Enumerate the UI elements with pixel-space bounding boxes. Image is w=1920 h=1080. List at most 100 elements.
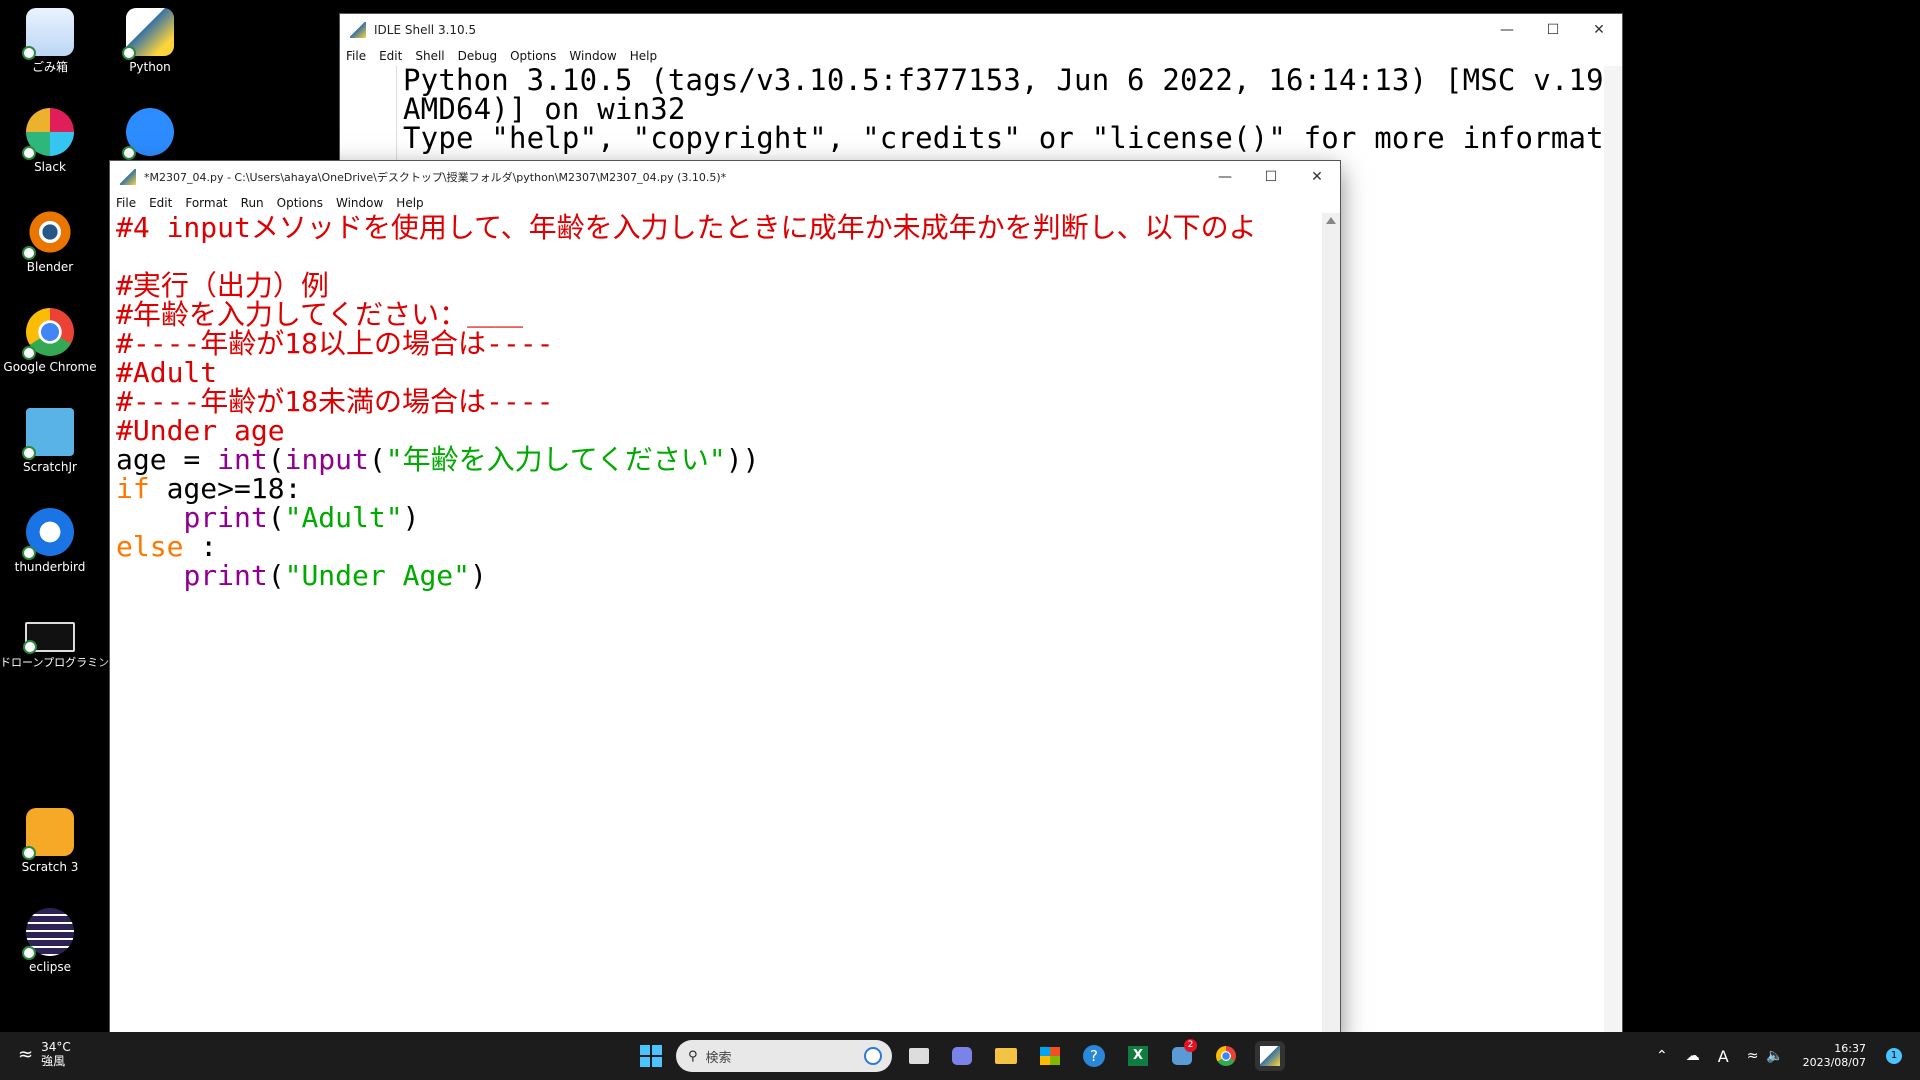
scroll-up-icon[interactable] [1326, 217, 1336, 224]
code-line: #Under age [116, 414, 285, 447]
weather-desc: 強風 [41, 1054, 66, 1068]
desktop-icon-slack[interactable]: Slack [0, 108, 100, 174]
desktop-icon-eclipse[interactable]: eclipse [0, 908, 100, 974]
excel-icon: X [1128, 1046, 1148, 1066]
taskbar: ≈ 34°C 強風 ⚲ 検索 ? X 2 ⌃ ☁ A ≈ 🔈 16:37 202… [0, 1032, 1920, 1080]
ime-indicator[interactable]: A [1718, 1047, 1729, 1066]
task-view-icon [909, 1048, 929, 1064]
menu-run[interactable]: Run [241, 196, 264, 210]
editor-scrollbar[interactable] [1322, 213, 1340, 1042]
desktop-icon-label: Blender [26, 260, 74, 274]
menu-file[interactable]: File [116, 196, 136, 210]
wifi-icon[interactable]: ≈ [1747, 1048, 1759, 1064]
code-token: ) [402, 501, 420, 534]
menu-options[interactable]: Options [510, 49, 556, 63]
blender-icon [22, 208, 74, 260]
desktop-icon-scratchjr[interactable]: ScratchJr [0, 408, 100, 474]
code-token: "年齢を入力してください" [385, 443, 726, 476]
onedrive-icon[interactable]: ☁ [1686, 1048, 1700, 1064]
menu-window[interactable]: Window [569, 49, 616, 63]
code-token: "Under Age" [284, 559, 471, 592]
desktop-icon-thunderbird[interactable]: thunderbird [0, 508, 100, 574]
system-tray: ⌃ ☁ A ≈ 🔈 [1656, 1032, 1784, 1080]
minimize-button[interactable]: — [1484, 14, 1530, 46]
teams-chat-button[interactable] [947, 1041, 977, 1071]
folder-icon [995, 1048, 1017, 1064]
desktop-icon-blender[interactable]: Blender [0, 208, 100, 274]
wind-icon: ≈ [18, 1043, 34, 1065]
teams-button[interactable]: 2 [1167, 1039, 1197, 1071]
editor-menubar: File Edit Format Run Options Window Help [110, 193, 1340, 213]
code-line: #Adult [116, 356, 218, 389]
store-button[interactable] [1035, 1041, 1065, 1071]
file-explorer-button[interactable] [991, 1041, 1021, 1071]
code-editor[interactable]: #4 inputメソッドを使用して、年齢を入力したときに成年か未成年かを判断し、… [116, 213, 1320, 1042]
menu-debug[interactable]: Debug [458, 49, 497, 63]
taskbar-search[interactable]: ⚲ 検索 [676, 1040, 892, 1072]
code-line: #4 inputメソッドを使用して、年齢を入力したときに成年か未成年かを判断し、… [116, 213, 1257, 244]
editor-title: *M2307_04.py - C:\Users\ahaya\OneDrive\デ… [144, 171, 727, 184]
task-view-button[interactable] [904, 1041, 934, 1071]
shell-titlebar[interactable]: IDLE Shell 3.10.5 — ☐ ✕ [340, 14, 1622, 46]
menu-options[interactable]: Options [277, 196, 323, 210]
menu-edit[interactable]: Edit [379, 49, 402, 63]
notification-badge: 2 [1184, 1039, 1197, 1052]
idle-editor-window: *M2307_04.py - C:\Users\ahaya\OneDrive\デ… [110, 161, 1340, 1042]
code-line: #----年齢が18以上の場合は---- [116, 327, 554, 360]
maximize-button[interactable]: ☐ [1530, 14, 1576, 46]
close-button[interactable]: ✕ [1576, 14, 1622, 46]
desktop-icon-label: ScratchJr [23, 460, 77, 474]
clock[interactable]: 16:37 2023/08/07 [1802, 1042, 1866, 1070]
scratch3-icon [22, 808, 74, 860]
minimize-button[interactable]: — [1202, 161, 1248, 193]
chrome-taskbar-button[interactable] [1211, 1041, 1241, 1071]
close-button[interactable]: ✕ [1294, 161, 1340, 193]
code-token: ) [470, 559, 487, 592]
desktop-icon-drone-programming[interactable]: ドローンプログラミング [0, 622, 120, 670]
menu-edit[interactable]: Edit [149, 196, 172, 210]
excel-button[interactable]: X [1123, 1041, 1153, 1071]
code-token: print [183, 559, 268, 592]
desktop-icon-zoom[interactable] [100, 108, 200, 160]
menu-help[interactable]: Help [396, 196, 423, 210]
shell-output-line: AMD64)] on win32 [403, 92, 686, 126]
thunderbird-icon [22, 508, 74, 560]
idle-file-icon [120, 169, 136, 185]
volume-icon[interactable]: 🔈 [1766, 1048, 1783, 1064]
desktop-icon-python[interactable]: Python [100, 8, 200, 74]
notification-center-badge[interactable]: 1 [1886, 1048, 1902, 1064]
start-button[interactable] [636, 1041, 666, 1071]
python-file-icon [122, 8, 174, 60]
weather-widget[interactable]: ≈ 34°C 強風 [18, 1040, 71, 1068]
code-token: ( [267, 559, 285, 592]
help-button[interactable]: ? [1079, 1041, 1109, 1071]
shell-output-line: Python 3.10.5 (tags/v3.10.5:f377153, Jun… [403, 63, 1799, 97]
idle-taskbar-button[interactable] [1255, 1041, 1285, 1071]
chevron-up-icon[interactable]: ⌃ [1656, 1048, 1668, 1064]
menu-shell[interactable]: Shell [415, 49, 444, 63]
recycle-bin-icon [22, 8, 74, 60]
search-placeholder: 検索 [705, 1050, 732, 1066]
shell-output-line: Type "help", "copyright", "credits" or "… [403, 121, 1675, 155]
clock-date: 2023/08/07 [1802, 1056, 1866, 1069]
code-token: ( [368, 443, 386, 476]
bing-icon [864, 1047, 882, 1065]
desktop-icon-chrome[interactable]: Google Chrome [0, 308, 100, 374]
menu-file[interactable]: File [346, 49, 366, 63]
code-line: if age>=18: [116, 474, 1320, 503]
editor-titlebar[interactable]: *M2307_04.py - C:\Users\ahaya\OneDrive\デ… [110, 161, 1340, 193]
code-line: print("Under Age") [116, 561, 1320, 590]
desktop-icon-label: Scratch 3 [21, 860, 79, 874]
scratchjr-icon [22, 408, 74, 460]
menu-format[interactable]: Format [185, 196, 227, 210]
store-icon [1040, 1047, 1060, 1065]
menu-window[interactable]: Window [336, 196, 383, 210]
maximize-button[interactable]: ☐ [1248, 161, 1294, 193]
desktop-icon-recycle-bin[interactable]: ごみ箱 [0, 8, 100, 74]
search-icon: ⚲ [688, 1048, 698, 1064]
shell-scrollbar[interactable] [1604, 66, 1622, 1032]
python-idle-icon [1260, 1046, 1280, 1066]
desktop-icon-scratch3[interactable]: Scratch 3 [0, 808, 100, 874]
menu-help[interactable]: Help [630, 49, 657, 63]
